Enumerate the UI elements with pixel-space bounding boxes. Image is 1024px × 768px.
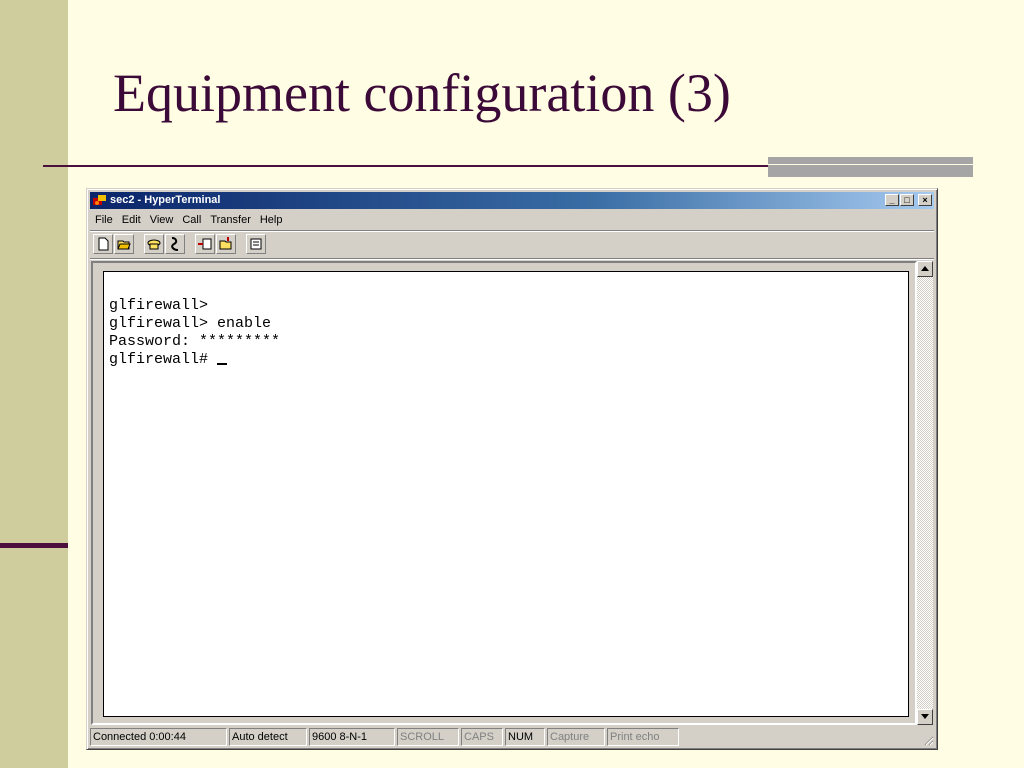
menu-transfer[interactable]: Transfer <box>206 211 256 229</box>
terminal-prompt-line: glfirewall# <box>109 351 280 369</box>
title-decoration-bars <box>768 157 973 179</box>
menu-bar: File Edit View Call Transfer Help <box>91 211 287 229</box>
status-settings: 9600 8-N-1 <box>309 728 395 746</box>
status-bar: Connected 0:00:44 Auto detect 9600 8-N-1… <box>90 728 934 746</box>
close-button[interactable]: × <box>918 194 932 206</box>
terminal-output: glfirewall> glfirewall> enable Password:… <box>109 297 280 369</box>
terminal-screen[interactable]: glfirewall> glfirewall> enable Password:… <box>103 271 909 717</box>
receive-icon <box>219 237 232 250</box>
menu-call[interactable]: Call <box>178 211 206 229</box>
title-underline <box>43 165 773 167</box>
toolbar-separator <box>90 230 934 232</box>
disconnect-button[interactable] <box>165 234 185 254</box>
status-detect: Auto detect <box>229 728 307 746</box>
status-print-echo: Print echo <box>607 728 679 746</box>
receive-button[interactable] <box>216 234 236 254</box>
status-num: NUM <box>505 728 545 746</box>
minimize-button[interactable]: _ <box>885 194 899 206</box>
window-titlebar[interactable]: sec2 - HyperTerminal _ □ × <box>90 192 934 209</box>
hyperterminal-window: sec2 - HyperTerminal _ □ × File Edit Vie… <box>86 188 938 750</box>
open-button[interactable] <box>114 234 134 254</box>
scroll-down-button[interactable] <box>917 709 933 725</box>
terminal-frame: glfirewall> glfirewall> enable Password:… <box>91 261 917 725</box>
scroll-up-button[interactable] <box>917 261 933 277</box>
menu-view[interactable]: View <box>146 211 179 229</box>
connect-icon <box>147 239 161 250</box>
menu-help[interactable]: Help <box>256 211 288 229</box>
text-cursor <box>217 363 228 365</box>
maximize-button[interactable]: □ <box>900 194 914 206</box>
send-button[interactable] <box>195 234 215 254</box>
new-button[interactable] <box>93 234 113 254</box>
terminal-line: glfirewall> enable <box>109 315 272 332</box>
resize-grip-icon[interactable] <box>922 734 934 746</box>
open-icon <box>117 240 131 250</box>
menu-file[interactable]: File <box>91 211 118 229</box>
send-icon <box>198 238 212 250</box>
new-icon <box>98 237 109 251</box>
left-sidebar-band <box>0 0 68 768</box>
arrow-up-icon <box>921 266 929 271</box>
status-scroll: SCROLL <box>397 728 459 746</box>
status-connected: Connected 0:00:44 <box>90 728 227 746</box>
status-caps: CAPS <box>461 728 503 746</box>
toolbar-bottom-separator <box>90 258 934 260</box>
terminal-line: glfirewall> <box>109 297 209 314</box>
disconnect-icon <box>171 237 179 251</box>
window-title: sec2 - HyperTerminal <box>110 194 221 206</box>
connect-button[interactable] <box>144 234 164 254</box>
left-accent-bar <box>0 543 68 548</box>
slide-title: Equipment configuration (3) <box>113 63 731 123</box>
arrow-down-icon <box>921 714 929 719</box>
terminal-line: Password: ********* <box>109 333 281 350</box>
status-capture: Capture <box>547 728 605 746</box>
vertical-scrollbar[interactable] <box>917 261 933 725</box>
menu-edit[interactable]: Edit <box>118 211 146 229</box>
properties-button[interactable] <box>246 234 266 254</box>
properties-icon <box>250 238 262 250</box>
terminal-prompt: glfirewall# <box>109 351 209 368</box>
hyperterminal-icon <box>93 195 106 205</box>
